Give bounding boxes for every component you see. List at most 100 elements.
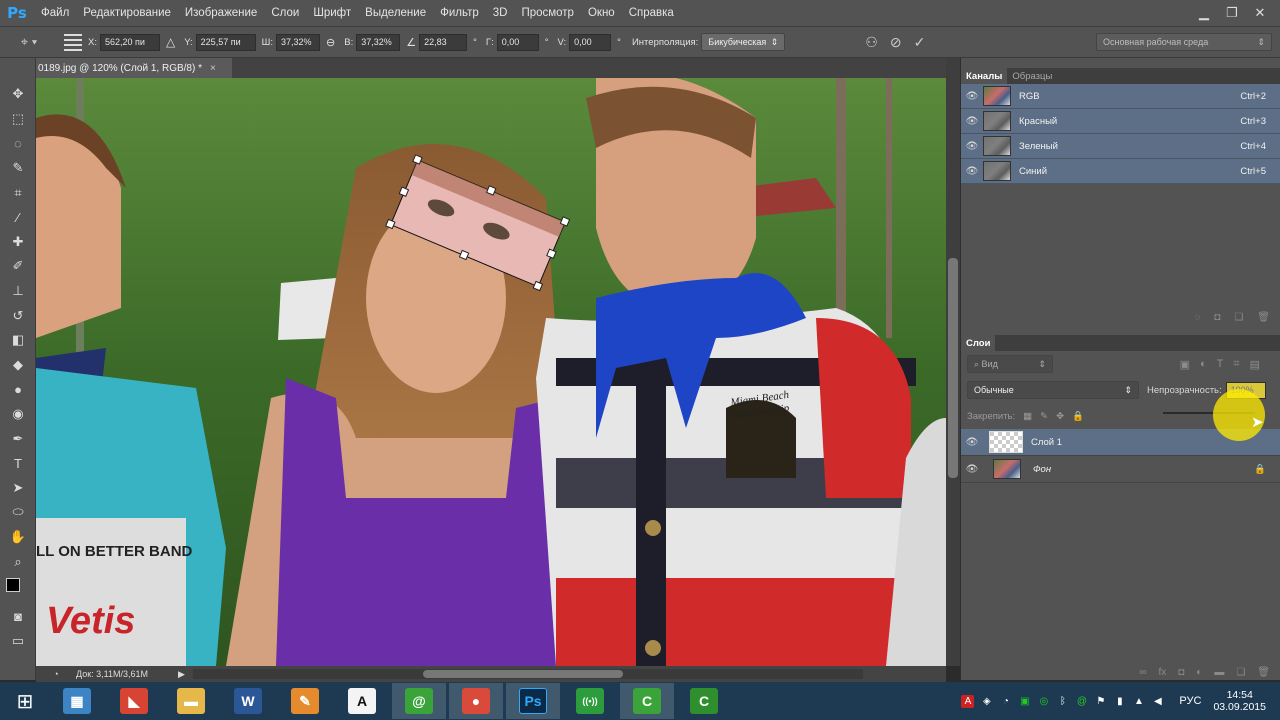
- load-selection-icon[interactable]: ◌: [1194, 312, 1200, 323]
- menu-window[interactable]: Окно: [581, 0, 622, 26]
- brush-tool-icon[interactable]: ✐: [0, 254, 36, 279]
- eye-icon[interactable]: 👁: [961, 166, 983, 177]
- taskbar-app-photoshop[interactable]: Ps: [506, 683, 560, 719]
- y-field[interactable]: 225,57 пи: [195, 33, 256, 51]
- menu-layers[interactable]: Слои: [264, 0, 306, 26]
- channel-row-green[interactable]: 👁 Зеленый Ctrl+4: [961, 134, 1280, 159]
- crop-tool-icon[interactable]: ⌗: [0, 180, 36, 205]
- vertical-scroll-thumb[interactable]: [948, 258, 958, 478]
- keyboard-language[interactable]: РУС: [1179, 695, 1201, 707]
- close-window-button[interactable]: ✕: [1246, 3, 1274, 23]
- paint-bucket-tool-icon[interactable]: ◆: [0, 353, 36, 378]
- foreground-color-swatch[interactable]: [6, 577, 20, 592]
- lock-position-icon[interactable]: ✥: [1056, 411, 1064, 422]
- menu-3d[interactable]: 3D: [486, 0, 515, 26]
- tray-app2-icon[interactable]: ◎: [1037, 695, 1050, 708]
- dodge-tool-icon[interactable]: ◉: [0, 402, 36, 427]
- lock-all-icon[interactable]: 🔒: [1072, 411, 1084, 422]
- start-button-icon[interactable]: ⊞: [0, 682, 50, 720]
- menu-view[interactable]: Просмотр: [514, 0, 581, 26]
- height-field[interactable]: 37,32%: [356, 33, 401, 51]
- vertical-scrollbar[interactable]: [946, 58, 960, 666]
- tray-sync-icon[interactable]: ◔: [999, 695, 1012, 708]
- eyedropper-tool-icon[interactable]: ⁄: [0, 205, 36, 230]
- layer-filter-select[interactable]: ⌕ Вид ⇕: [967, 355, 1053, 373]
- warp-icon[interactable]: ⚇: [865, 34, 878, 51]
- document-tab-close-icon[interactable]: ×: [210, 63, 216, 74]
- tray-nvidia-icon[interactable]: ▣: [1018, 695, 1031, 708]
- tab-channels[interactable]: Каналы: [961, 68, 1008, 84]
- filter-smart-object-icon[interactable]: ▤: [1250, 358, 1260, 371]
- tray-flag-icon[interactable]: ⚑: [1094, 695, 1107, 708]
- menu-image[interactable]: Изображение: [178, 0, 264, 26]
- adjustment-layer-icon[interactable]: ◐: [1196, 667, 1202, 678]
- menu-file[interactable]: Файл: [34, 0, 76, 26]
- minimize-button[interactable]: ▁: [1190, 3, 1218, 23]
- clone-stamp-tool-icon[interactable]: ⊥: [0, 279, 36, 304]
- taskbar-app-explorer[interactable]: ▬: [164, 683, 218, 719]
- taskbar-app-slides[interactable]: ◣: [107, 683, 161, 719]
- document-canvas[interactable]: Miami Beach Championship LL ON BETTER BA…: [36, 78, 946, 666]
- layer-row[interactable]: 👁 Фон 🔒: [961, 456, 1280, 483]
- vskew-field[interactable]: 0,00: [569, 33, 612, 51]
- clock[interactable]: 14:54 03.09.2015: [1213, 689, 1266, 713]
- path-select-tool-icon[interactable]: ➤: [0, 476, 36, 501]
- horizontal-scroll-thumb[interactable]: [422, 670, 623, 678]
- quick-select-tool-icon[interactable]: ✎: [0, 156, 36, 181]
- tray-mail-icon[interactable]: @: [1075, 695, 1088, 708]
- new-group-icon[interactable]: ▬: [1214, 667, 1224, 678]
- delete-channel-icon[interactable]: 🗑: [1257, 312, 1270, 323]
- marquee-tool-icon[interactable]: ⬚: [0, 107, 36, 132]
- cancel-transform-icon[interactable]: ⊘: [890, 34, 902, 51]
- tray-app-icon[interactable]: A: [961, 694, 975, 708]
- tab-swatches[interactable]: Образцы: [1007, 68, 1057, 84]
- taskbar-app-paint[interactable]: ✎: [278, 683, 332, 719]
- tray-power-icon[interactable]: ▮: [1113, 695, 1126, 708]
- interpolation-select[interactable]: Бикубическая ⇕: [701, 33, 786, 51]
- delete-layer-icon[interactable]: 🗑: [1257, 667, 1270, 678]
- taskbar-app-font[interactable]: A: [335, 683, 389, 719]
- history-brush-tool-icon[interactable]: ↺: [0, 303, 36, 328]
- restore-button[interactable]: ❐: [1218, 3, 1246, 23]
- angle-field[interactable]: 22,83: [419, 33, 468, 51]
- filter-type-icon[interactable]: T: [1217, 358, 1224, 371]
- zoom-tool-icon[interactable]: ⌕: [0, 549, 36, 574]
- hand-tool-icon[interactable]: ✋: [0, 525, 36, 550]
- menu-select[interactable]: Выделение: [358, 0, 433, 26]
- healing-tool-icon[interactable]: ✚: [0, 230, 36, 255]
- taskbar-app-calculator[interactable]: ▦: [50, 683, 104, 719]
- save-selection-icon[interactable]: ◘: [1214, 312, 1220, 323]
- quick-mask-icon[interactable]: ◙: [0, 604, 36, 629]
- taskbar-app-camtasia-recorder[interactable]: C: [677, 683, 731, 719]
- blur-tool-icon[interactable]: ●: [0, 377, 36, 402]
- screen-mode-icon[interactable]: ▭: [0, 628, 36, 653]
- workspace-select[interactable]: Основная рабочая среда ⇕: [1096, 33, 1272, 51]
- eye-icon[interactable]: 👁: [961, 464, 983, 475]
- tray-volume-icon[interactable]: ◀: [1151, 695, 1164, 708]
- link-layers-icon[interactable]: ∞: [1139, 667, 1146, 678]
- new-channel-icon[interactable]: ❏: [1234, 312, 1243, 323]
- lasso-tool-icon[interactable]: ◌: [0, 131, 36, 156]
- eye-icon[interactable]: 👁: [961, 141, 983, 152]
- blend-mode-select[interactable]: Обычные ⇕: [967, 381, 1139, 399]
- reference-point-icon[interactable]: [64, 33, 82, 51]
- lock-pixels-icon[interactable]: ✎: [1040, 411, 1048, 422]
- delta-icon[interactable]: △: [166, 35, 175, 49]
- eye-icon[interactable]: 👁: [961, 91, 983, 102]
- hskew-field[interactable]: 0,00: [496, 33, 539, 51]
- tray-bluetooth-icon[interactable]: ᛒ: [1056, 695, 1069, 708]
- move-tool-icon[interactable]: ✥: [0, 82, 36, 107]
- commit-transform-icon[interactable]: ✓: [914, 34, 926, 51]
- tray-network-icon[interactable]: ◈: [980, 695, 993, 708]
- ellipse-tool-icon[interactable]: ⬭: [0, 500, 36, 525]
- filter-pixel-icon[interactable]: ▣: [1180, 358, 1190, 371]
- eye-icon[interactable]: 👁: [961, 116, 983, 127]
- taskbar-app-word[interactable]: W: [221, 683, 275, 719]
- fx-icon[interactable]: fx: [1158, 667, 1166, 678]
- menu-help[interactable]: Справка: [622, 0, 681, 26]
- horizontal-scrollbar[interactable]: [192, 669, 863, 679]
- filter-adjustment-icon[interactable]: ◐: [1200, 358, 1207, 371]
- link-icon[interactable]: ⊖: [326, 36, 335, 49]
- eraser-tool-icon[interactable]: ◧: [0, 328, 36, 353]
- tool-preset-icon[interactable]: ⌖ ▾: [0, 34, 58, 50]
